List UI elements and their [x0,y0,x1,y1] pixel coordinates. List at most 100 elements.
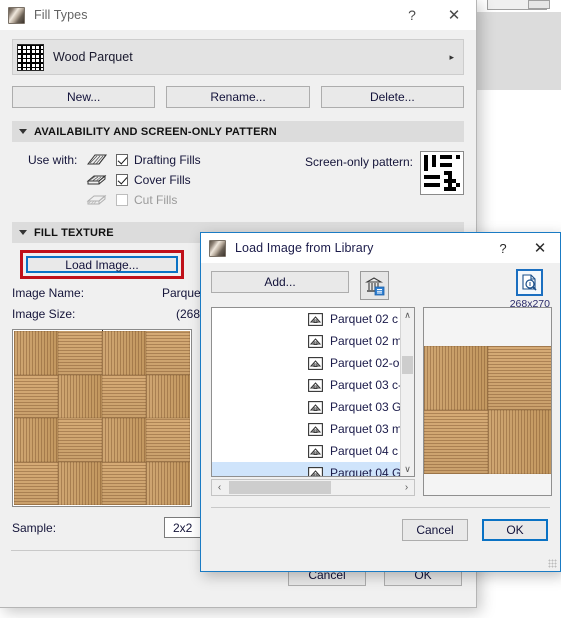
image-size-label: Image Size: [12,307,76,321]
close-icon[interactable]: ✕ [520,233,560,263]
cut-fills-label: Cut Fills [134,192,178,207]
availability-section-header[interactable]: AVAILABILITY AND SCREEN-ONLY PATTERN [12,121,464,142]
background-toolbar-b [528,0,550,9]
left-tick-marker [12,418,13,419]
image-size-value: (268 [176,307,201,321]
load-image-title: Load Image from Library [235,241,374,255]
list-vertical-scrollbar[interactable]: ∧ ∨ [400,308,414,476]
list-item-selected[interactable]: Parquet 04 GS [212,462,409,476]
cover-fills-label: Cover Fills [134,172,191,187]
load-footer-divider [211,507,550,508]
screen-only-pattern-swatch[interactable] [420,151,464,195]
background-app-strip [470,12,561,90]
rename-button[interactable]: Rename... [166,86,310,108]
close-icon[interactable]: ✕ [432,0,476,30]
cover-fills-checkbox[interactable] [116,173,128,186]
availability-section-title: AVAILABILITY AND SCREEN-ONLY PATTERN [34,125,277,138]
library-file-rows: Parquet 02 c G Parquet 02 m Parquet 02-o… [212,308,411,476]
screen-only-pattern-group: Screen-only pattern: [305,151,464,195]
load-image-dialog: Load Image from Library ? ✕ Add... 268x2… [200,232,561,572]
image-file-icon [308,312,323,326]
fill-selector-dropdown[interactable]: Wood Parquet ▸ [12,39,464,75]
use-with-label: Use with: [28,153,78,167]
selected-image-preview [424,346,551,474]
horizontal-scroll-thumb[interactable] [229,481,331,494]
list-item-label: Parquet 04 c G [330,444,411,458]
list-item[interactable]: Parquet 03 c-o [212,374,409,396]
scroll-down-icon[interactable]: ∨ [401,462,414,476]
collapse-triangle-icon [19,230,27,235]
image-file-icon [308,334,323,348]
cover-fill-icon [86,174,107,184]
fill-pattern-swatch-icon [17,43,44,71]
image-file-icon [308,400,323,414]
image-name-value: Parquet [162,286,205,300]
drafting-fills-checkbox[interactable] [116,153,128,166]
list-item-label: Parquet 04 GS [330,466,410,477]
list-item-label: Parquet 03 m [330,422,403,436]
cut-fills-row[interactable]: Cut Fills [86,191,201,208]
load-image-window-controls: ? ✕ [486,233,560,263]
library-file-list[interactable]: Parquet 02 c G Parquet 02 m Parquet 02-o… [211,307,415,477]
scroll-up-icon[interactable]: ∧ [401,308,414,322]
fill-usage-checklist: Drafting Fills Cover Fills Cut Fills [86,151,201,208]
add-button[interactable]: Add... [211,271,349,293]
list-horizontal-scrollbar[interactable]: ‹ › [211,479,415,496]
image-file-icon [308,356,323,370]
collapse-triangle-icon [19,129,27,134]
image-name-label: Image Name: [12,286,85,300]
drafting-fills-label: Drafting Fills [134,152,201,167]
drafting-fills-row[interactable]: Drafting Fills [86,151,201,168]
list-item[interactable]: Parquet 02-op [212,352,406,374]
fill-types-title: Fill Types [34,8,88,22]
load-image-button[interactable]: Load Image... [26,256,178,273]
fill-actions-row: New... Rename... Delete... [12,86,464,108]
screenshot-root: Fill Types ? ✕ Wood Parquet ▸ New... Ren… [0,0,561,618]
fill-types-titlebar: Fill Types ? ✕ [0,0,476,30]
delete-button[interactable]: Delete... [320,86,464,108]
list-item[interactable]: Parquet 02 m [212,330,402,352]
image-preview-button[interactable] [516,269,544,296]
drafting-fill-icon [86,154,108,164]
load-image-ok-button[interactable]: OK [482,519,548,541]
image-preview-icon [522,274,537,291]
list-item[interactable]: Parquet 04 c G [212,440,411,462]
list-item-label: Parquet 03 c-o [330,378,409,392]
image-file-icon [308,444,323,458]
list-item[interactable]: Parquet 03 GS [212,396,409,418]
availability-content: Use with: Drafting Fills Cover Fills Cut… [12,142,464,208]
scroll-right-icon[interactable]: › [399,482,414,493]
sample-label: Sample: [12,520,57,535]
load-image-cancel-button[interactable]: Cancel [402,519,468,541]
resize-grip-icon[interactable] [548,559,557,568]
screen-only-pattern-label: Screen-only pattern: [304,155,413,169]
preview-toggle-group: 268x270 [510,269,550,310]
fill-texture-section-title: FILL TEXTURE [34,226,114,239]
library-manager-button[interactable] [360,271,389,300]
app-logo-icon [209,239,226,257]
scroll-left-icon[interactable]: ‹ [212,482,227,493]
vertical-scroll-thumb[interactable] [402,356,413,374]
image-file-icon [308,466,323,476]
load-image-footer-buttons: Cancel OK [402,519,548,541]
library-manager-icon [364,276,384,295]
fill-texture-preview[interactable] [12,329,192,507]
list-item[interactable]: Parquet 03 m [212,418,403,440]
help-icon[interactable]: ? [392,0,432,30]
list-item[interactable]: Parquet 02 c G [212,308,411,330]
parquet-preview-grid [14,331,190,505]
cover-fills-row[interactable]: Cover Fills [86,171,201,188]
list-item-label: Parquet 02-op [330,356,407,370]
cut-fill-icon [86,194,107,204]
image-file-icon [308,378,323,392]
screen-only-pattern-grid [424,155,460,191]
list-item-label: Parquet 02 c G [330,312,411,326]
fill-types-window-controls: ? ✕ [392,0,476,30]
image-preview-pane [423,307,552,496]
selected-fill-label: Wood Parquet [53,50,133,64]
help-icon[interactable]: ? [486,233,520,263]
new-button[interactable]: New... [12,86,156,108]
cut-fills-checkbox[interactable] [116,193,128,206]
chevron-right-icon: ▸ [449,51,454,62]
load-image-toolbar: Add... 268x270 [201,263,560,310]
